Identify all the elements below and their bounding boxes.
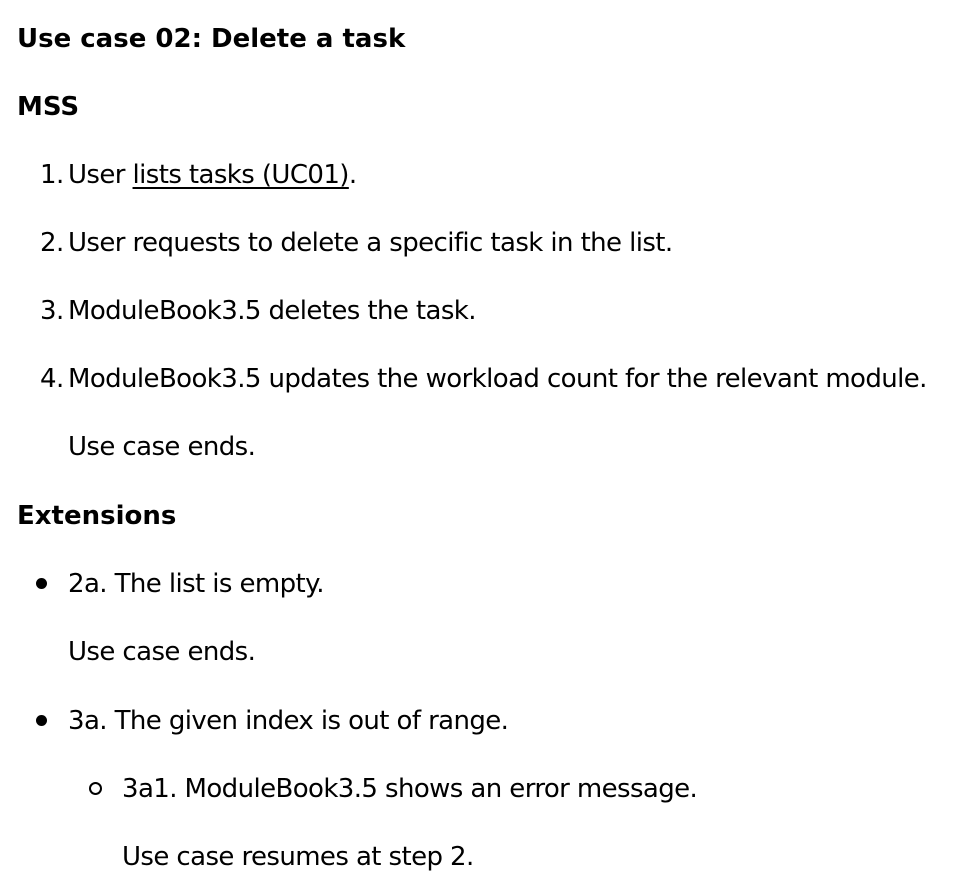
sub-extension-text: 3a1. ModuleBook3.5 shows an error messag…: [122, 774, 698, 804]
bullet-icon: [36, 578, 47, 589]
hollow-bullet-icon: [89, 782, 102, 795]
step-prefix: User: [68, 160, 133, 190]
step-number: 2.: [40, 228, 64, 258]
use-case-title: Use case 02: Delete a task: [17, 24, 406, 54]
sub-extension-note: Use case resumes at step 2.: [122, 842, 474, 872]
extension-text: 3a. The given index is out of range.: [68, 706, 509, 736]
step-text: User lists tasks (UC01).: [68, 158, 357, 192]
extensions-heading: Extensions: [17, 501, 177, 531]
mss-end-note: Use case ends.: [68, 432, 256, 462]
bullet-icon: [36, 715, 47, 726]
extension-note: Use case ends.: [68, 637, 256, 667]
extension-text: 2a. The list is empty.: [68, 569, 324, 599]
step-number: 3.: [40, 296, 64, 326]
step-suffix: .: [348, 160, 357, 190]
step-text: ModuleBook3.5 deletes the task.: [68, 296, 477, 326]
step-text: User requests to delete a specific task …: [68, 228, 673, 258]
mss-heading: MSS: [17, 92, 80, 122]
step-number: 1.: [40, 160, 64, 190]
step-number: 4.: [40, 364, 64, 394]
uc01-link[interactable]: lists tasks (UC01): [133, 160, 350, 190]
step-text: ModuleBook3.5 updates the workload count…: [68, 364, 927, 394]
